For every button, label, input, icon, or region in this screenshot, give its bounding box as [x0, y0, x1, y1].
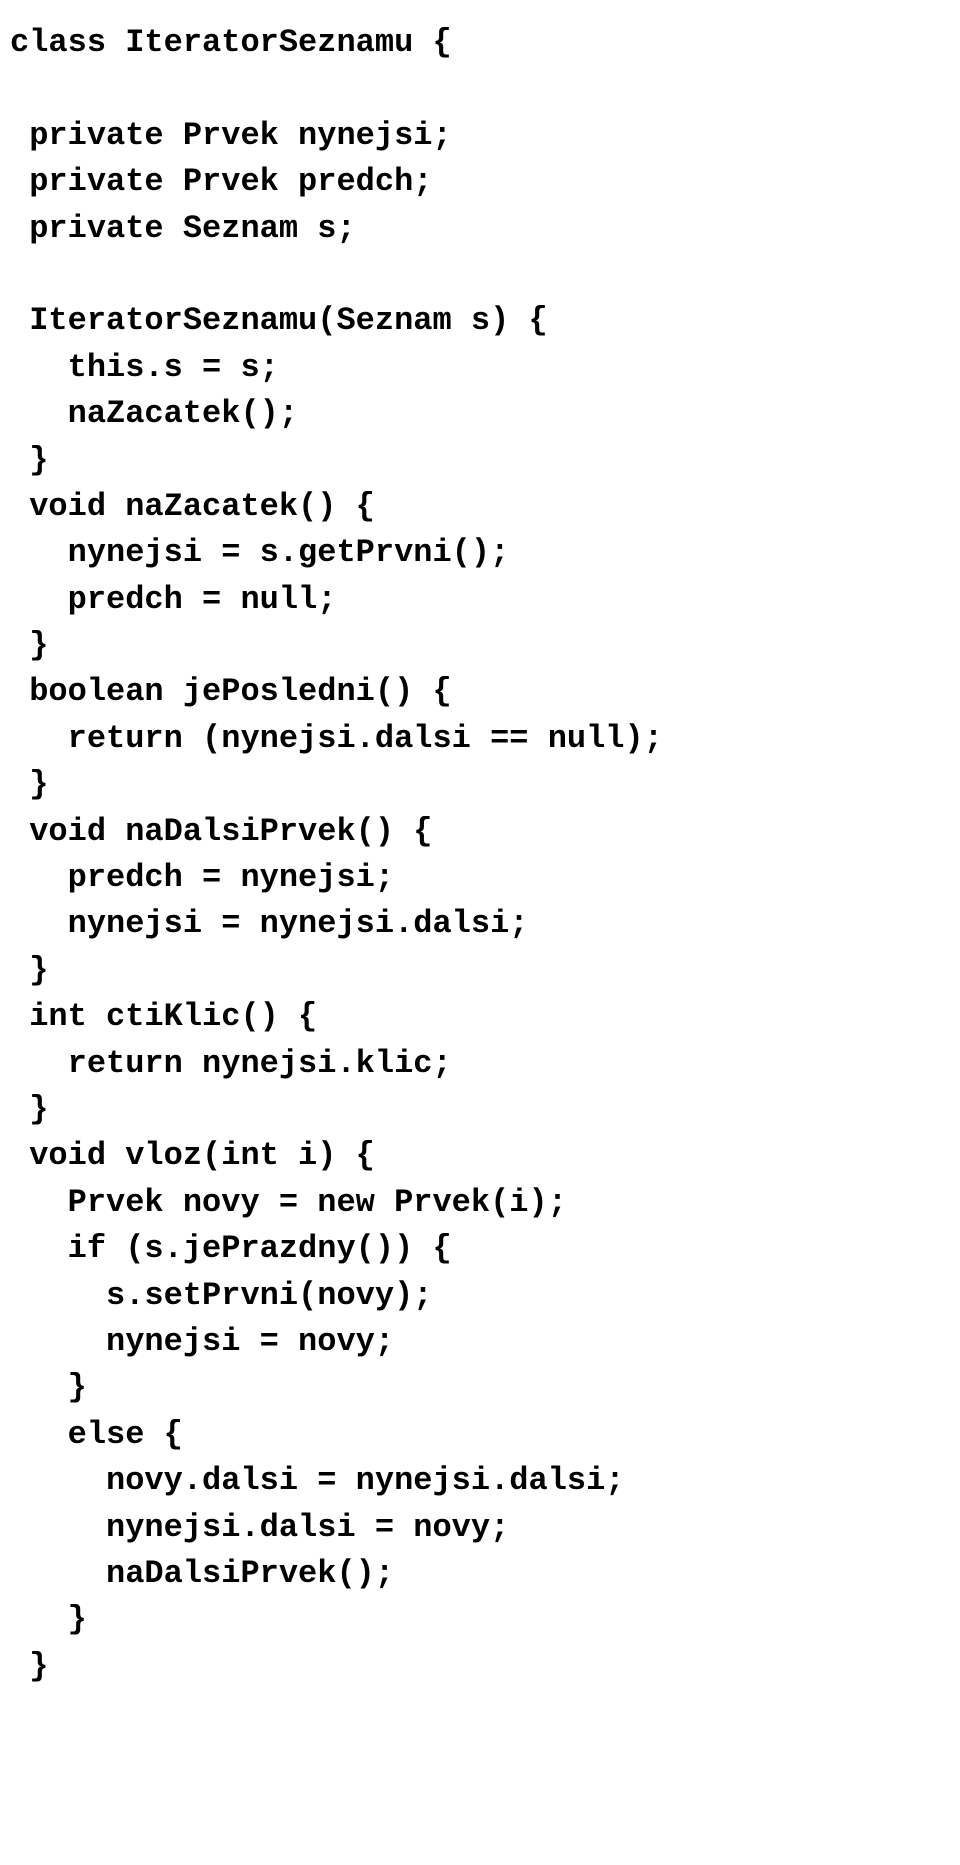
- code-block: class IteratorSeznamu { private Prvek ny…: [0, 0, 960, 1710]
